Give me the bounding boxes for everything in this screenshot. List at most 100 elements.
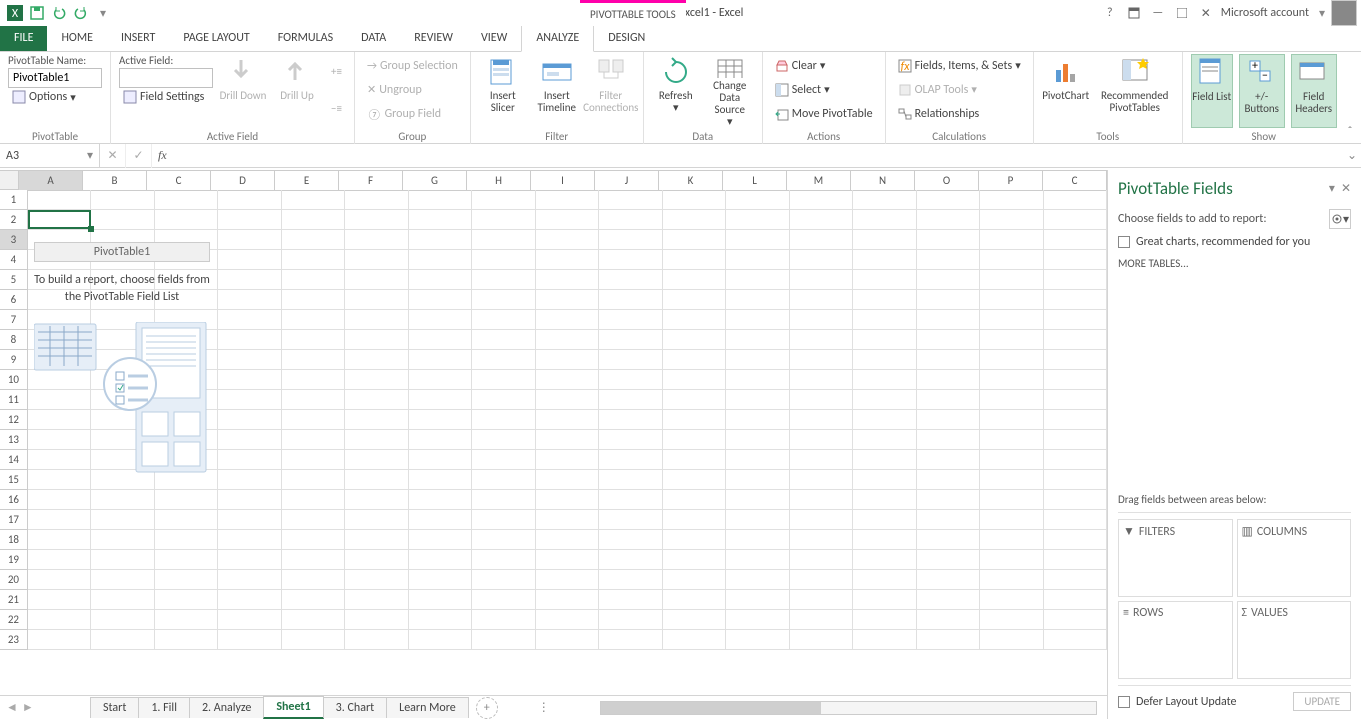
cell[interactable] <box>599 470 662 490</box>
cell[interactable] <box>345 350 408 370</box>
cell[interactable] <box>218 330 281 350</box>
cell[interactable] <box>282 370 345 390</box>
cell[interactable] <box>218 370 281 390</box>
cell[interactable] <box>980 530 1043 550</box>
cell[interactable] <box>917 330 980 350</box>
col-header[interactable]: D <box>211 171 275 191</box>
cell[interactable] <box>790 610 853 630</box>
cell[interactable] <box>28 630 91 650</box>
cell[interactable] <box>218 610 281 630</box>
cell[interactable] <box>726 370 789 390</box>
cell[interactable] <box>663 350 726 370</box>
cell[interactable] <box>853 430 916 450</box>
cell[interactable] <box>980 550 1043 570</box>
cell[interactable] <box>345 270 408 290</box>
cell[interactable] <box>853 270 916 290</box>
cell[interactable] <box>536 450 599 470</box>
cell[interactable] <box>853 470 916 490</box>
cell[interactable] <box>980 330 1043 350</box>
cell[interactable] <box>282 230 345 250</box>
col-header[interactable]: K <box>659 171 723 191</box>
cell[interactable] <box>536 270 599 290</box>
cell[interactable] <box>218 510 281 530</box>
cell[interactable] <box>91 210 154 230</box>
cell[interactable] <box>155 570 218 590</box>
tab-formulas[interactable]: FORMULAS <box>264 26 347 51</box>
cell[interactable] <box>409 210 472 230</box>
cell[interactable] <box>536 470 599 490</box>
cell[interactable] <box>1044 510 1107 530</box>
cell[interactable] <box>282 550 345 570</box>
cell[interactable] <box>663 490 726 510</box>
cell[interactable] <box>1044 450 1107 470</box>
tab-design[interactable]: DESIGN <box>594 26 659 51</box>
cell[interactable] <box>663 530 726 550</box>
cell[interactable] <box>599 450 662 470</box>
cell[interactable] <box>409 590 472 610</box>
cell[interactable] <box>599 290 662 310</box>
cell[interactable] <box>1044 290 1107 310</box>
field-settings-button[interactable]: Field Settings <box>119 89 213 105</box>
cell[interactable] <box>790 530 853 550</box>
cell[interactable] <box>599 490 662 510</box>
cell[interactable] <box>790 330 853 350</box>
row-header[interactable]: 20 <box>0 570 28 590</box>
cell[interactable] <box>409 310 472 330</box>
collapse-ribbon-icon[interactable]: ˆ <box>1343 125 1357 139</box>
refresh-button[interactable]: Refresh▾ <box>652 54 700 128</box>
cell[interactable] <box>1044 390 1107 410</box>
cell[interactable] <box>536 250 599 270</box>
cell[interactable] <box>282 410 345 430</box>
cell[interactable] <box>790 570 853 590</box>
cell[interactable] <box>282 210 345 230</box>
area-filters[interactable]: ▼FILTERS <box>1118 519 1233 597</box>
cell[interactable] <box>409 270 472 290</box>
cell[interactable] <box>917 430 980 450</box>
redo-icon[interactable] <box>72 4 90 22</box>
cell[interactable] <box>917 370 980 390</box>
cell[interactable] <box>536 530 599 550</box>
cell[interactable] <box>536 310 599 330</box>
cell[interactable] <box>155 610 218 630</box>
col-header[interactable]: F <box>339 171 403 191</box>
cell[interactable] <box>218 430 281 450</box>
cell[interactable] <box>726 410 789 430</box>
cell[interactable] <box>599 430 662 450</box>
cell[interactable] <box>790 310 853 330</box>
cell[interactable] <box>218 410 281 430</box>
cell[interactable] <box>345 430 408 450</box>
cell[interactable] <box>409 550 472 570</box>
cell[interactable] <box>917 530 980 550</box>
cell[interactable] <box>218 490 281 510</box>
row-header[interactable]: 4 <box>0 250 28 270</box>
cell[interactable] <box>1044 490 1107 510</box>
cell[interactable] <box>345 570 408 590</box>
cell[interactable] <box>1044 410 1107 430</box>
cell[interactable] <box>980 430 1043 450</box>
account-dropdown-icon[interactable]: ▾ <box>1319 6 1325 21</box>
col-header[interactable]: P <box>979 171 1043 191</box>
cell[interactable] <box>218 550 281 570</box>
row-header[interactable]: 12 <box>0 410 28 430</box>
cell[interactable] <box>1044 630 1107 650</box>
cell[interactable] <box>472 470 535 490</box>
account-label[interactable]: Microsoft account <box>1221 6 1309 20</box>
active-field-input[interactable] <box>119 68 213 88</box>
cell[interactable] <box>726 190 789 210</box>
col-header[interactable]: A <box>19 171 83 191</box>
cell[interactable] <box>790 270 853 290</box>
close-icon[interactable]: ✕ <box>1197 4 1215 22</box>
move-pivottable-button[interactable]: Move PivotTable <box>771 106 877 122</box>
cell[interactable] <box>790 390 853 410</box>
cell[interactable] <box>472 610 535 630</box>
cell[interactable] <box>980 390 1043 410</box>
cell[interactable] <box>345 610 408 630</box>
cell[interactable] <box>345 630 408 650</box>
cell[interactable] <box>790 230 853 250</box>
cell[interactable] <box>28 590 91 610</box>
cell[interactable] <box>853 230 916 250</box>
cell[interactable] <box>917 590 980 610</box>
col-header[interactable]: C <box>1043 171 1107 191</box>
cell[interactable] <box>536 390 599 410</box>
cell[interactable] <box>472 330 535 350</box>
